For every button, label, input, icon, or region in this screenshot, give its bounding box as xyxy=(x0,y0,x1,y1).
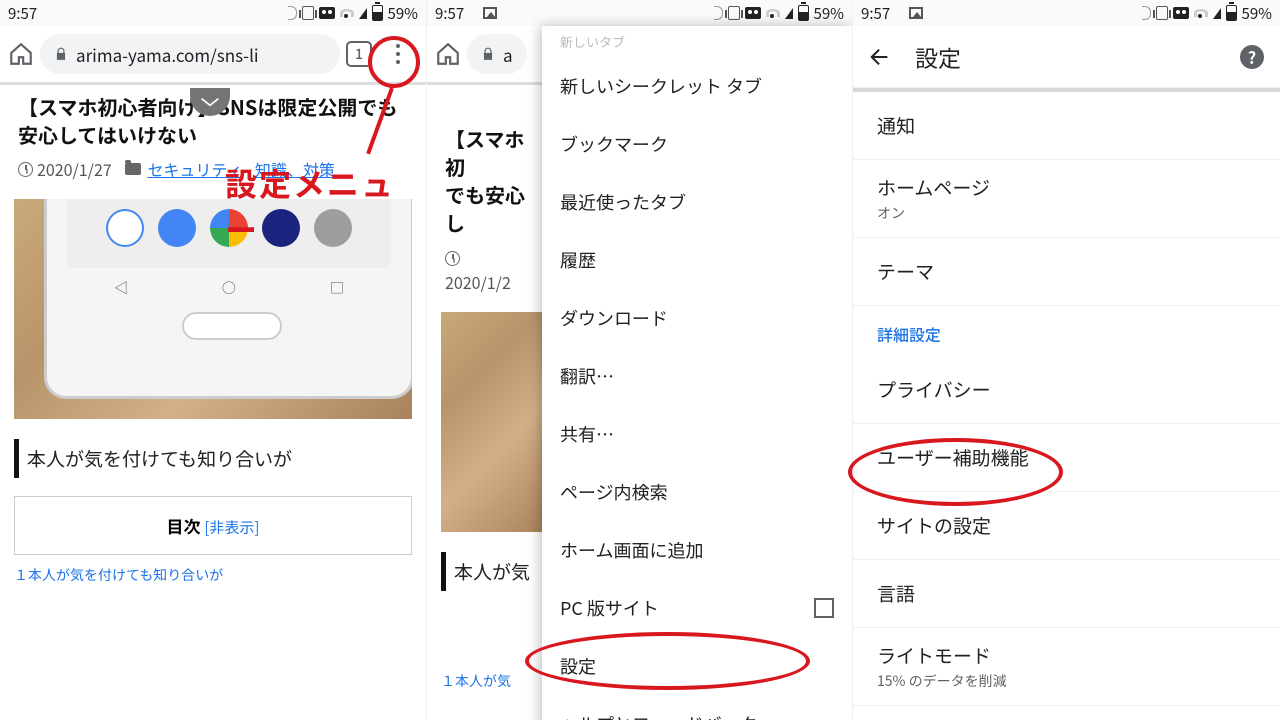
toc-toggle-link[interactable]: [非表示] xyxy=(204,517,259,538)
menu-item-translate[interactable]: 翻訳… xyxy=(542,347,852,405)
settings-item-site[interactable]: サイトの設定 xyxy=(853,492,1280,560)
menu-item-incognito[interactable]: 新しいシークレット タブ xyxy=(542,57,852,115)
url-text: arima-yama.com/sns-li xyxy=(76,42,259,67)
vibrate-icon xyxy=(728,6,740,20)
settings-list: 通知 ホームページ オン テーマ 詳細設定 プライバシー ユーザー補助機能 サイ… xyxy=(853,92,1280,706)
url-bar[interactable]: a xyxy=(467,34,527,74)
menu-item-add-home[interactable]: ホーム画面に追加 xyxy=(542,521,852,579)
status-time: 9:57 xyxy=(8,3,37,24)
url-bar[interactable]: arima-yama.com/sns-li xyxy=(40,34,340,74)
article-title-fragment: 【スマホ初でも安心し xyxy=(427,85,547,241)
menu-item-history[interactable]: 履歴 xyxy=(542,231,852,289)
lock-icon xyxy=(481,46,495,62)
signal-icon xyxy=(785,8,793,19)
menu-item-recent-tabs[interactable]: 最近使ったタブ xyxy=(542,173,852,231)
screenshot-icon xyxy=(909,7,923,19)
battery-icon xyxy=(798,5,809,21)
overflow-menu: 新しいタブ 新しいシークレット タブ ブックマーク 最近使ったタブ 履歴 ダウン… xyxy=(542,26,852,720)
controller-icon xyxy=(745,7,761,19)
article-date: 2020/1/2 xyxy=(445,270,511,294)
overflow-menu-button[interactable] xyxy=(378,34,418,74)
nfc-icon xyxy=(711,6,723,20)
status-bar: 9:57 59% xyxy=(427,0,852,26)
settings-item-lite-mode[interactable]: ライトモード 15% のデータを削減 xyxy=(853,628,1280,706)
controller-icon xyxy=(1173,7,1189,19)
settings-item-privacy[interactable]: プライバシー xyxy=(853,356,1280,424)
settings-title: 設定 xyxy=(915,40,1216,74)
toc-label: 目次 xyxy=(167,513,201,538)
menu-item-settings[interactable]: 設定 xyxy=(542,637,852,695)
vibrate-icon xyxy=(302,6,314,20)
battery-text: 59% xyxy=(814,3,844,24)
toc-item[interactable]: １本人が気 xyxy=(441,671,533,691)
vibrate-icon xyxy=(1156,6,1168,20)
article-subheading: 本人が気を付けても知り合いが xyxy=(14,439,412,478)
settings-section-advanced: 詳細設定 xyxy=(853,306,1280,356)
checkbox-icon[interactable] xyxy=(814,598,834,618)
status-bar: 9:57 59% xyxy=(0,0,426,26)
status-time: 9:57 xyxy=(435,3,464,24)
battery-text: 59% xyxy=(1242,3,1272,24)
settings-appbar: 設定 ? xyxy=(853,26,1280,88)
menu-item-downloads[interactable]: ダウンロード xyxy=(542,289,852,347)
menu-item-desktop-site[interactable]: PC 版サイト xyxy=(542,579,852,637)
clock-icon xyxy=(445,251,460,266)
article-date: 2020/1/27 xyxy=(37,157,112,181)
article-subheading: 本人が気 xyxy=(441,552,547,591)
battery-text: 59% xyxy=(388,3,418,24)
nfc-icon xyxy=(285,6,297,20)
wifi-icon xyxy=(340,8,354,18)
url-text: a xyxy=(503,42,513,67)
wifi-icon xyxy=(766,8,780,18)
help-icon[interactable]: ? xyxy=(1240,45,1264,69)
nfc-icon xyxy=(1139,6,1151,20)
home-icon[interactable] xyxy=(435,41,461,67)
status-bar: 9:57 59% xyxy=(853,0,1280,26)
menu-item-bookmarks[interactable]: ブックマーク xyxy=(542,115,852,173)
signal-icon xyxy=(359,8,367,19)
toc-item[interactable]: １本人が気を付けても知り合いが xyxy=(14,565,412,585)
settings-item-notifications[interactable]: 通知 xyxy=(853,92,1280,160)
annotation-label: 設定メニュー xyxy=(225,160,426,252)
screenshot-icon xyxy=(483,7,497,19)
battery-icon xyxy=(372,5,383,21)
menu-item-find[interactable]: ページ内検索 xyxy=(542,463,852,521)
screen-browser-page: 9:57 59% arima-yama.com/sns-li 1 【スマホ初心者… xyxy=(0,0,427,720)
wifi-icon xyxy=(1194,8,1208,18)
home-icon[interactable] xyxy=(8,41,34,67)
folder-icon xyxy=(125,163,141,175)
settings-item-theme[interactable]: テーマ xyxy=(853,238,1280,306)
controller-icon xyxy=(319,7,335,19)
battery-icon xyxy=(1226,5,1237,21)
phone-app-icon xyxy=(106,209,144,247)
settings-item-language[interactable]: 言語 xyxy=(853,560,1280,628)
screen-overflow-menu: 9:57 59% a 【スマホ初でも安心し 2020/1/2 本人が気 １本人が… xyxy=(427,0,853,720)
menu-item-help[interactable]: ヘルプとフィードバック xyxy=(542,695,852,720)
screen-settings: 9:57 59% 設定 ? 通知 ホームページ オン テーマ 詳細設定 プライバ… xyxy=(853,0,1280,720)
lock-icon xyxy=(54,46,68,62)
settings-item-homepage[interactable]: ホームページ オン xyxy=(853,160,1280,238)
back-icon[interactable] xyxy=(869,46,891,68)
browser-toolbar: arima-yama.com/sns-li 1 xyxy=(0,26,426,82)
status-time: 9:57 xyxy=(861,3,890,24)
menu-item-new-tab-cut[interactable]: 新しいタブ xyxy=(542,32,852,57)
messages-app-icon xyxy=(158,209,196,247)
settings-item-accessibility[interactable]: ユーザー補助機能 xyxy=(853,424,1280,492)
menu-item-share[interactable]: 共有… xyxy=(542,405,852,463)
tab-count-button[interactable]: 1 xyxy=(346,41,372,67)
signal-icon xyxy=(1213,8,1221,19)
toc-box: 目次 [非表示] xyxy=(14,496,412,555)
clock-icon xyxy=(18,162,33,177)
